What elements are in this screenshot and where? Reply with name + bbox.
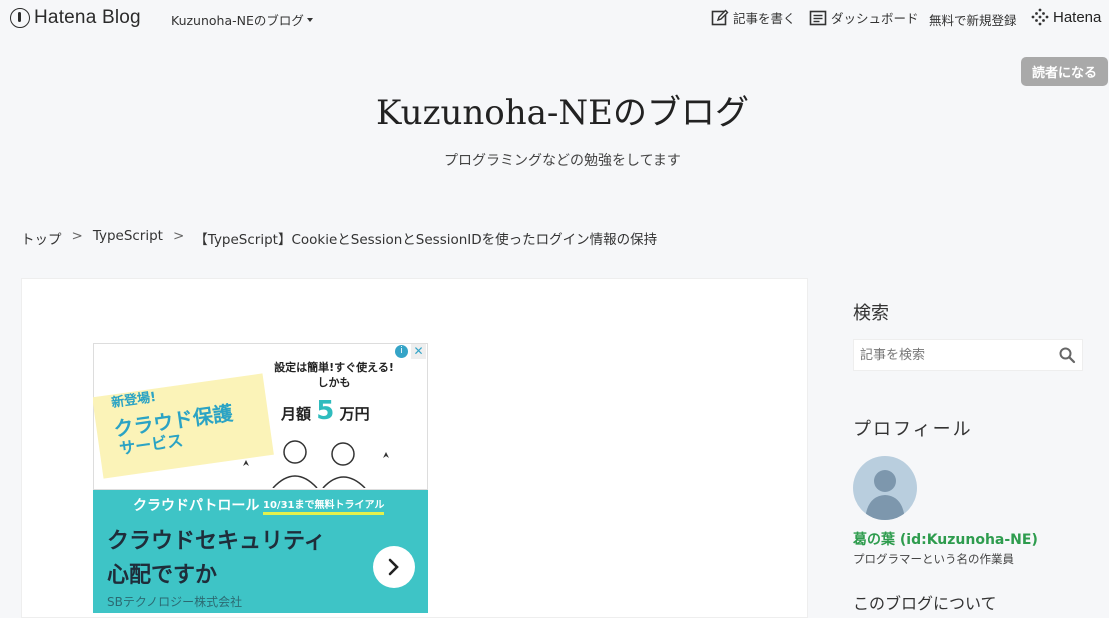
blog-switcher-label: Kuzunoha-NEのブログ xyxy=(171,13,304,28)
ad-people-illustration xyxy=(243,440,389,488)
ad-tagline-1: 設定は簡単!すぐ使える! xyxy=(274,361,394,374)
blog-switcher[interactable]: Kuzunoha-NEのブログ xyxy=(171,10,313,29)
breadcrumb-separator: > xyxy=(71,228,83,244)
blog-title[interactable]: Kuzunoha-NEのブログ xyxy=(0,85,1109,134)
dashboard-link[interactable]: ダッシュボード xyxy=(809,8,919,27)
ad-price: 月額 5 万円 xyxy=(281,396,370,426)
ad-headline-1: クラウドセキュリティ xyxy=(107,529,326,554)
advertisement[interactable]: 新登場! クラウド保護 サービス 設定は簡単!すぐ使える! しかも 月額 5 万… xyxy=(93,343,428,613)
avatar[interactable] xyxy=(853,456,917,520)
hatena-blog-logo[interactable]: Hatena Blog xyxy=(10,7,141,29)
ad-info-icon[interactable]: i xyxy=(395,345,408,358)
signup-label: 無料で新規登録 xyxy=(929,13,1017,28)
ad-tagline-2: しかも xyxy=(317,376,351,389)
profile-name-link[interactable]: 葛の葉 (id:Kuzunoha-NE) xyxy=(853,529,1038,549)
hatena-menu[interactable]: Hatena xyxy=(1031,8,1101,26)
hatena-blog-logo-icon xyxy=(10,8,30,28)
edit-icon xyxy=(711,9,729,25)
write-article-link[interactable]: 記事を書く xyxy=(711,8,796,27)
sidebar-about-title: このブログについて xyxy=(853,594,997,613)
breadcrumb: トップ > TypeScript > 【TypeScript】CookieとSe… xyxy=(21,228,657,248)
ad-company: SBテクノロジー株式会社 xyxy=(107,595,243,609)
search-form xyxy=(853,339,1083,371)
signup-link[interactable]: 無料で新規登録 xyxy=(929,10,1017,29)
breadcrumb-current: 【TypeScript】CookieとSessionとSessionIDを使った… xyxy=(194,232,658,248)
ad-next-button[interactable] xyxy=(373,546,415,588)
write-article-label: 記事を書く xyxy=(733,11,796,26)
hatena-dots-icon xyxy=(1031,8,1049,26)
caret-down-icon xyxy=(306,17,313,22)
dashboard-label: ダッシュボード xyxy=(831,11,919,26)
sidebar-search-title: 検索 xyxy=(853,303,889,324)
search-input[interactable] xyxy=(854,340,1066,370)
ad-headline-2: 心配ですか xyxy=(107,563,218,588)
breadcrumb-separator: > xyxy=(172,228,185,244)
search-icon[interactable] xyxy=(1058,346,1076,364)
blog-description: プログラミングなどの勉強をしてます xyxy=(444,153,681,169)
global-header: Hatena Blog Kuzunoha-NEのブログ 記事を書く ダッシュボー… xyxy=(0,0,1109,36)
ad-price-prefix: 月額 xyxy=(281,405,312,423)
ad-product-name: クラウドパトロール xyxy=(133,498,260,514)
ad-trial-text: 10/31まで無料トライアル xyxy=(263,496,385,515)
ad-price-number: 5 xyxy=(316,396,335,426)
subscribe-button[interactable]: 読者になる xyxy=(1021,57,1108,86)
ad-price-suffix: 万円 xyxy=(339,405,370,423)
dashboard-icon xyxy=(809,10,827,25)
ad-close-icon[interactable]: ✕ xyxy=(411,344,426,359)
default-user-icon xyxy=(865,470,905,520)
sidebar-profile-title: プロフィール xyxy=(853,419,973,440)
brand-text: Hatena Blog xyxy=(34,7,141,28)
breadcrumb-category-link[interactable]: TypeScript xyxy=(93,228,163,248)
hatena-label: Hatena xyxy=(1053,8,1102,26)
chevron-right-icon xyxy=(388,558,399,576)
profile-description: プログラマーという名の作業員 xyxy=(853,552,1014,566)
breadcrumb-top-link[interactable]: トップ xyxy=(21,228,62,248)
